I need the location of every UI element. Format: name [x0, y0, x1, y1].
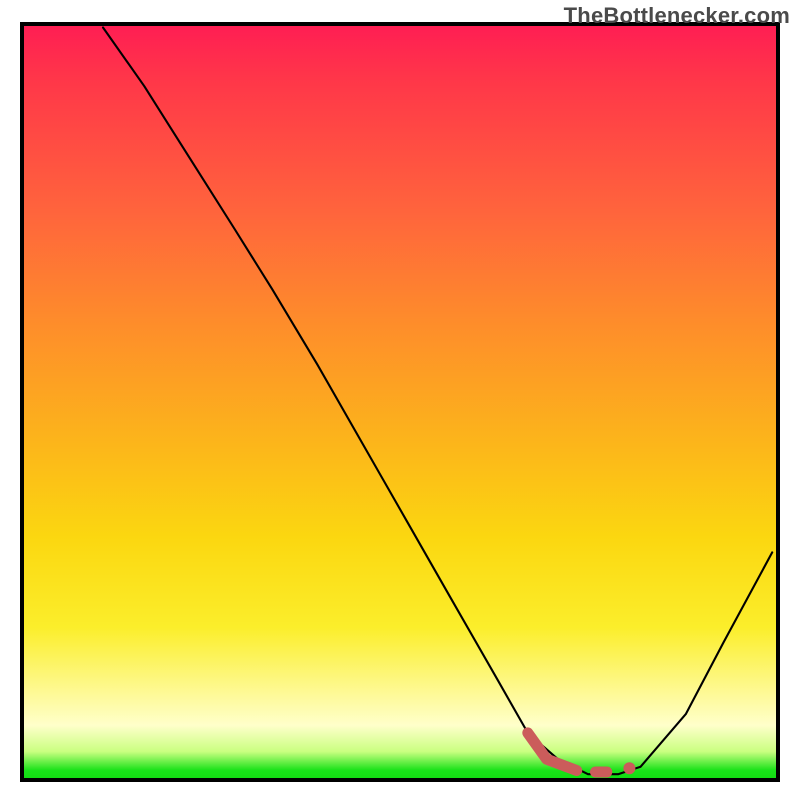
highlight-segment-0	[528, 733, 577, 771]
chart-stage: TheBottlenecker.com	[0, 0, 800, 800]
bottleneck-curve	[103, 28, 772, 775]
plot-frame	[20, 22, 780, 782]
attribution-text: TheBottlenecker.com	[564, 3, 790, 29]
highlight-dot-0	[624, 763, 635, 774]
highlight-group	[528, 733, 635, 774]
chart-overlay-svg	[24, 26, 776, 778]
